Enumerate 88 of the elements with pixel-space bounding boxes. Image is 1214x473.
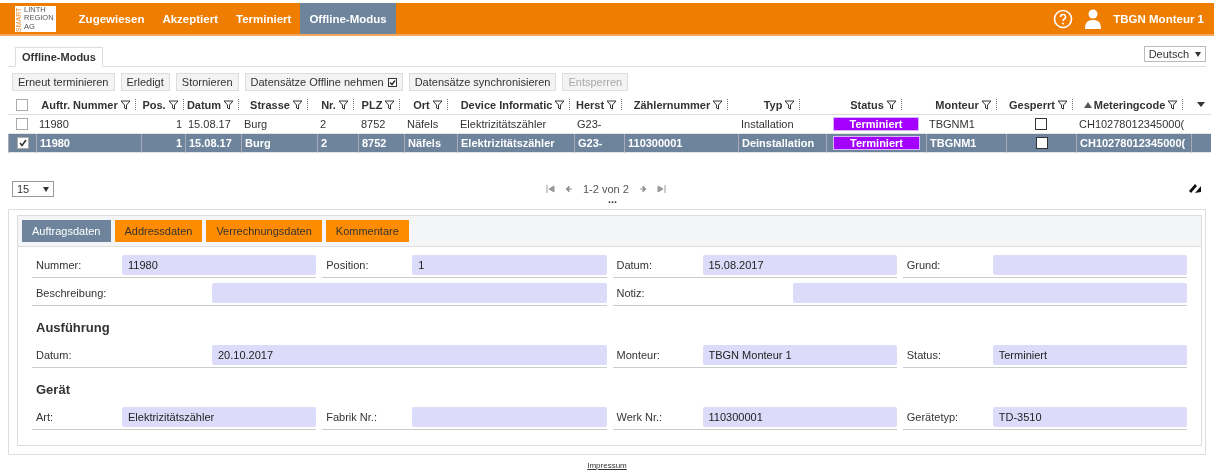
text-field[interactable]: TBGN Monteur 1 [702, 345, 897, 365]
filter-icon[interactable] [554, 99, 566, 110]
text-field[interactable]: 11980 [122, 255, 317, 275]
column-menu-icon[interactable] [1197, 102, 1205, 107]
toolbar-button[interactable]: Erledigt [120, 73, 170, 91]
status-badge: Terminiert [832, 117, 920, 131]
text-field[interactable]: 20.10.2017 [212, 345, 607, 365]
field-label: Notiz: [615, 287, 646, 299]
previous-page-icon[interactable] [565, 185, 573, 193]
filter-icon[interactable] [1056, 99, 1068, 110]
field-label: Gerätetyp: [905, 411, 960, 423]
toolbar-button[interactable]: Datensätze Offline nehmen [244, 73, 403, 91]
filter-icon[interactable] [291, 99, 303, 110]
language-select[interactable]: Deutsch [1143, 46, 1206, 62]
section-title: Gerät [35, 381, 71, 399]
text-field[interactable]: 110300001 [702, 407, 897, 427]
caret-icon [1195, 51, 1201, 57]
filter-icon[interactable] [119, 99, 131, 110]
table-cell: Näfels [404, 134, 457, 153]
filter-icon[interactable] [1167, 99, 1179, 110]
next-page-icon[interactable] [638, 185, 647, 193]
page-size-select[interactable]: 15 [12, 181, 55, 197]
detail-tab[interactable]: Auftragsdaten [22, 220, 111, 242]
user-icon [1085, 8, 1102, 29]
text-field[interactable]: Elektrizitätszähler [122, 407, 317, 427]
check-icon [18, 139, 27, 147]
text-field[interactable] [412, 407, 607, 427]
field-label: Werk Nr.: [615, 411, 664, 423]
field-label: Position: [325, 259, 370, 271]
nav-tab[interactable]: Offline-Modus [300, 3, 396, 34]
last-page-icon[interactable] [656, 185, 666, 193]
toolbar-button[interactable]: Datensätze synchronisieren [408, 73, 557, 91]
text-field[interactable]: Terminiert [992, 345, 1187, 365]
filter-icon[interactable] [980, 99, 992, 110]
filter-icon[interactable] [784, 99, 796, 110]
filter-icon[interactable] [167, 99, 179, 110]
text-field[interactable] [992, 255, 1187, 275]
sort-ascending-icon [1083, 101, 1092, 108]
table-cell: Deinstallation [738, 134, 826, 153]
page-range: 1-2 von 2 [583, 183, 629, 195]
field-label: Beschreibung: [35, 287, 108, 299]
page-tab[interactable]: Offline-Modus [15, 47, 103, 67]
table-cell: TBGNM1 [926, 134, 1006, 153]
filter-icon[interactable] [337, 99, 349, 110]
table-cell: 8752 [358, 134, 404, 153]
section-title: Ausführung [35, 319, 111, 337]
table-cell: 110300001 [624, 134, 738, 153]
caret-icon [43, 186, 50, 192]
text-field[interactable] [792, 283, 1187, 303]
resize-icon[interactable] [1188, 183, 1202, 195]
status-badge: Terminiert [833, 136, 920, 150]
field-label: Status: [905, 349, 942, 361]
table-cell: G23- [574, 134, 624, 153]
text-field[interactable]: 15.08.2017 [702, 255, 897, 275]
field-label: Monteur: [615, 349, 661, 361]
impressum-link[interactable]: Impressum [587, 461, 627, 470]
filter-icon[interactable] [384, 99, 396, 110]
filter-icon[interactable] [223, 99, 235, 110]
more-indicator: ... [608, 193, 618, 205]
field-label: Grund: [905, 259, 942, 271]
detail-tab[interactable]: Verrechnungsdaten [206, 220, 322, 242]
detail-tab[interactable]: Addressdaten [114, 220, 203, 242]
table-cell: 15.08.17 [185, 134, 241, 153]
toolbar-button[interactable]: Erneut terminieren [12, 73, 115, 91]
table-cell: Burg [241, 134, 317, 153]
text-field[interactable]: TD-3510 [992, 407, 1187, 427]
field-label: Datum: [615, 259, 653, 271]
table-cell: 11980 [36, 134, 141, 153]
filter-icon[interactable] [606, 99, 618, 110]
row-checkbox-cell[interactable] [8, 134, 36, 153]
table-cell: Elektrizitätszähler [457, 134, 574, 153]
detail-tab[interactable]: Kommentare [325, 220, 409, 242]
field-label: Art: [35, 411, 55, 423]
text-field[interactable]: 1 [412, 255, 607, 275]
field-label: Datum: [35, 349, 73, 361]
select-all-checkbox[interactable] [16, 98, 28, 111]
help-icon[interactable] [1053, 8, 1074, 29]
field-label: Nummer: [35, 259, 83, 271]
table-cell: 2 [317, 134, 358, 153]
filter-icon[interactable] [712, 99, 724, 110]
text-field[interactable] [212, 283, 607, 303]
filter-icon[interactable] [431, 99, 443, 110]
table-cell: 1 [141, 134, 185, 153]
filter-icon[interactable] [885, 99, 897, 110]
field-label: Fabrik Nr.: [325, 411, 378, 423]
toolbar-button[interactable]: Stornieren [175, 73, 239, 91]
first-page-icon[interactable] [546, 185, 555, 193]
table-cell: CH10278012345000( [1076, 134, 1191, 153]
